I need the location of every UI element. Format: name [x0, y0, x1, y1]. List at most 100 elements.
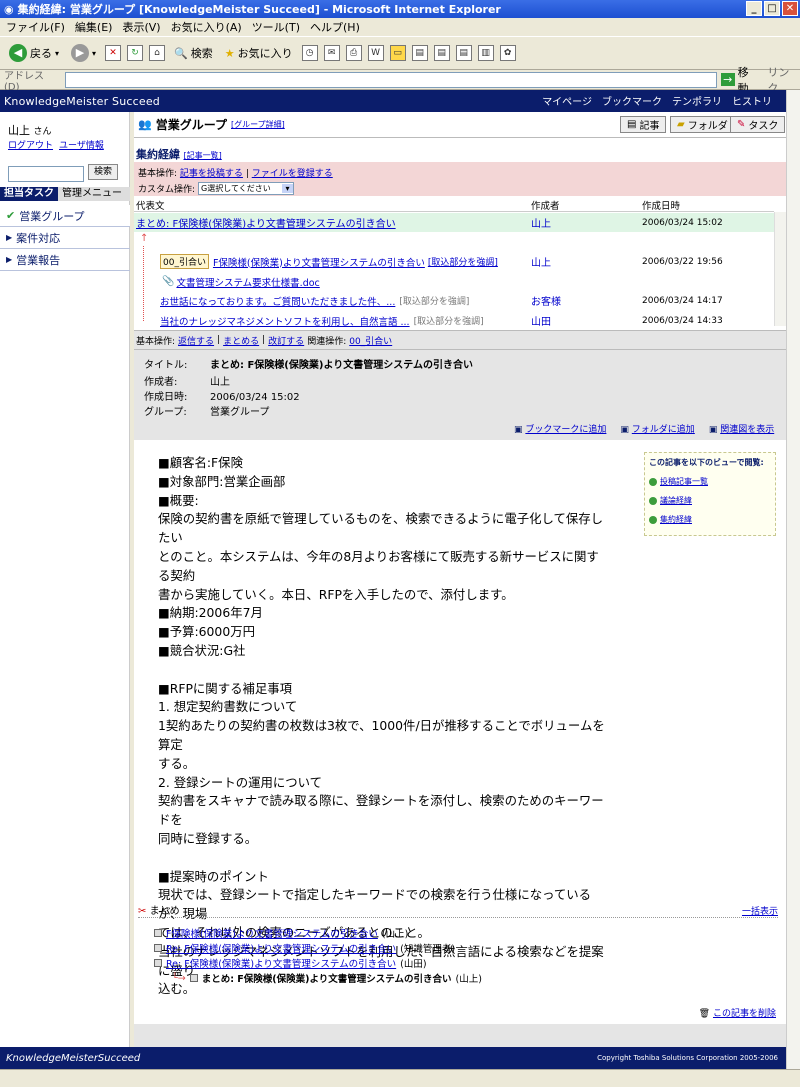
delete-article[interactable]: 🗑 この記事を削除: [699, 1006, 776, 1019]
summarize-link[interactable]: まとめる: [223, 334, 259, 347]
minimize-button[interactable]: _: [746, 1, 762, 16]
row-author[interactable]: 山田: [531, 313, 551, 328]
menu-file[interactable]: ファイル(F): [6, 19, 65, 35]
list-row[interactable]: まとめ: F保険様(保険業)より文書管理システムの引き合い 山上 2006/03…: [134, 213, 774, 232]
forward-button[interactable]: ▶ ▾: [68, 41, 99, 65]
delete-article-link[interactable]: この記事を削除: [713, 1009, 776, 1019]
thread-item[interactable]: F保険様(保険業)より文書管理システムの引き合い (山上): [154, 926, 408, 940]
status-bar: [0, 1069, 800, 1087]
row-date: 2006/03/24 14:33: [642, 315, 723, 326]
register-file-link[interactable]: ファイルを登録する: [252, 169, 333, 179]
edit-icon[interactable]: W: [367, 45, 384, 61]
show-all-link[interactable]: 一括表示: [742, 904, 778, 917]
maximize-button[interactable]: □: [764, 1, 780, 16]
row-author[interactable]: 山上: [531, 254, 551, 269]
menu-tools[interactable]: ツール(T): [252, 19, 300, 35]
task-icon: ✎: [737, 119, 746, 130]
attachment-link[interactable]: 文書管理システム要求仕様書.doc: [176, 275, 319, 289]
doc-icon-2[interactable]: ▤: [433, 45, 450, 61]
body-line: ■競合状況:G社: [158, 642, 246, 658]
article-list-link[interactable]: [記事一覧]: [184, 151, 222, 160]
doc-icon-3[interactable]: ▤: [455, 45, 472, 61]
row-title[interactable]: お世話になっております。ご質問いただきました件、...: [160, 294, 395, 308]
sidebar-item-sales-group[interactable]: ✔ 営業グループ: [0, 205, 130, 227]
doc-icon-1[interactable]: ▤: [411, 45, 428, 61]
row-author[interactable]: 山上: [531, 215, 551, 230]
thread-item[interactable]: Re: F保険様(保険業)より文書管理システムの引き合い (山田): [154, 956, 427, 970]
revise-link[interactable]: 改訂する: [268, 334, 304, 347]
row-author[interactable]: お客様: [531, 293, 561, 308]
green-arrow-icon: [649, 477, 657, 486]
sidebar-item-report[interactable]: ▶ 営業報告: [0, 249, 130, 271]
close-button[interactable]: ✕: [782, 1, 798, 16]
body-line: 保険の契約書を原紙で管理しているものを、検索できるように電子化して保存したい: [158, 511, 604, 546]
back-button[interactable]: ◀ 戻る ▾: [6, 41, 62, 65]
thread-title[interactable]: Re: F保険様(保険業)より文書管理システムの引き合い: [166, 956, 396, 970]
go-arrow-icon[interactable]: →: [720, 73, 735, 86]
folder-button[interactable]: ▰ フォルダ: [670, 116, 735, 133]
print-icon[interactable]: ⎙: [345, 45, 362, 61]
tab-admin-menu[interactable]: 管理メニュー: [58, 187, 130, 201]
tab-assigned-tasks[interactable]: 担当タスク: [0, 187, 58, 201]
summary-header: ✂ まとめ 一括表示: [138, 902, 778, 918]
row-title[interactable]: F保険様(保険業)より文書管理システムの引き合い: [213, 255, 425, 269]
list-row[interactable]: お世話になっております。ご質問いただきました件、... [取込部分を強調] お客…: [134, 291, 774, 310]
mail-icon[interactable]: ✉: [323, 45, 340, 61]
group-detail-link[interactable]: [グループ詳細]: [231, 119, 285, 130]
menu-favorites[interactable]: お気に入り(A): [171, 19, 242, 35]
thread-title[interactable]: Re: F保険様(保険業)より文書管理システムの引き合い: [166, 941, 396, 955]
emphasize-link[interactable]: [取込部分を強調]: [399, 294, 469, 307]
history-link[interactable]: ヒストリ: [732, 93, 772, 108]
research-icon[interactable]: ▥: [477, 45, 494, 61]
left-search-input[interactable]: [8, 166, 84, 182]
messenger-icon[interactable]: ✿: [499, 45, 516, 61]
search-button[interactable]: 🔍 検索: [171, 41, 216, 65]
folder-add-icon: ▣: [620, 425, 629, 435]
row-title[interactable]: まとめ: F保険様(保険業)より文書管理システムの引き合い: [136, 215, 396, 230]
emphasize-link[interactable]: [取込部分を強調]: [428, 255, 498, 268]
userinfo-link[interactable]: ユーザ情報: [59, 138, 104, 151]
mypage-link[interactable]: マイページ: [542, 93, 592, 108]
star-icon: ★: [224, 46, 235, 60]
inquiry-link[interactable]: 00_引合い: [349, 334, 392, 347]
custom-ops-select[interactable]: G選択してください ▾: [198, 182, 295, 195]
reply-link[interactable]: 返信する: [178, 334, 214, 347]
temporary-link[interactable]: テンポラリ: [672, 93, 722, 108]
thread-item[interactable]: Re: F保険様(保険業)より文書管理システムの引き合い (知識管理者): [154, 941, 455, 955]
view-posted-list[interactable]: 投稿記事一覧: [649, 476, 771, 487]
add-folder-link[interactable]: フォルダに追加: [632, 425, 695, 435]
folder-icon[interactable]: ▭: [389, 45, 406, 61]
favorites-button[interactable]: ★ お気に入り: [222, 41, 296, 65]
bookmark-link[interactable]: ブックマーク: [602, 93, 662, 108]
home-icon[interactable]: ⌂: [149, 45, 166, 61]
view-discussion[interactable]: 議論経緯: [649, 495, 771, 506]
search-icon: 🔍: [174, 46, 188, 60]
post-article-link[interactable]: 記事を投稿する: [180, 169, 243, 179]
page-scrollbar[interactable]: [786, 90, 800, 1069]
thread-item-current[interactable]: └→ まとめ: F保険様(保険業)より文書管理システムの引き合い (山上): [172, 971, 482, 986]
menu-help[interactable]: ヘルプ(H): [310, 19, 360, 35]
menu-view[interactable]: 表示(V): [122, 19, 160, 35]
show-related-link[interactable]: 関連図を表示: [720, 425, 774, 435]
left-search-button[interactable]: 検索: [88, 164, 119, 180]
sidebar-item-case[interactable]: ▶ 案件対応: [0, 227, 130, 249]
thread-title[interactable]: F保険様(保険業)より文書管理システムの引き合い: [166, 926, 378, 940]
list-row[interactable]: 00_引合い F保険様(保険業)より文書管理システムの引き合い [取込部分を強調…: [134, 252, 774, 271]
add-bookmark-link[interactable]: ブックマークに追加: [525, 425, 606, 435]
view-summary[interactable]: 集約経緯: [649, 514, 771, 525]
article-button[interactable]: ▤ 記事: [620, 116, 667, 133]
logout-link[interactable]: ログアウト: [8, 138, 53, 151]
row-title[interactable]: 当社のナレッジマネジメントソフトを利用し、自然言語 ...: [160, 314, 410, 328]
refresh-icon[interactable]: ↻: [127, 45, 144, 61]
address-label: アドレス(D): [4, 70, 44, 93]
history-icon[interactable]: ◷: [301, 45, 318, 61]
task-button[interactable]: ✎ タスク: [730, 116, 786, 133]
menu-edit[interactable]: 編集(E): [75, 19, 113, 35]
list-scrollbar[interactable]: [774, 212, 786, 326]
address-input[interactable]: [64, 71, 717, 88]
list-row[interactable]: 当社のナレッジマネジメントソフトを利用し、自然言語 ... [取込部分を強調] …: [134, 311, 774, 330]
list-row[interactable]: 📎 文書管理システム要求仕様書.doc: [134, 272, 774, 291]
emphasize-link[interactable]: [取込部分を強調]: [414, 314, 484, 327]
col-date: 作成日時: [642, 201, 681, 212]
stop-icon[interactable]: ✕: [105, 45, 122, 61]
